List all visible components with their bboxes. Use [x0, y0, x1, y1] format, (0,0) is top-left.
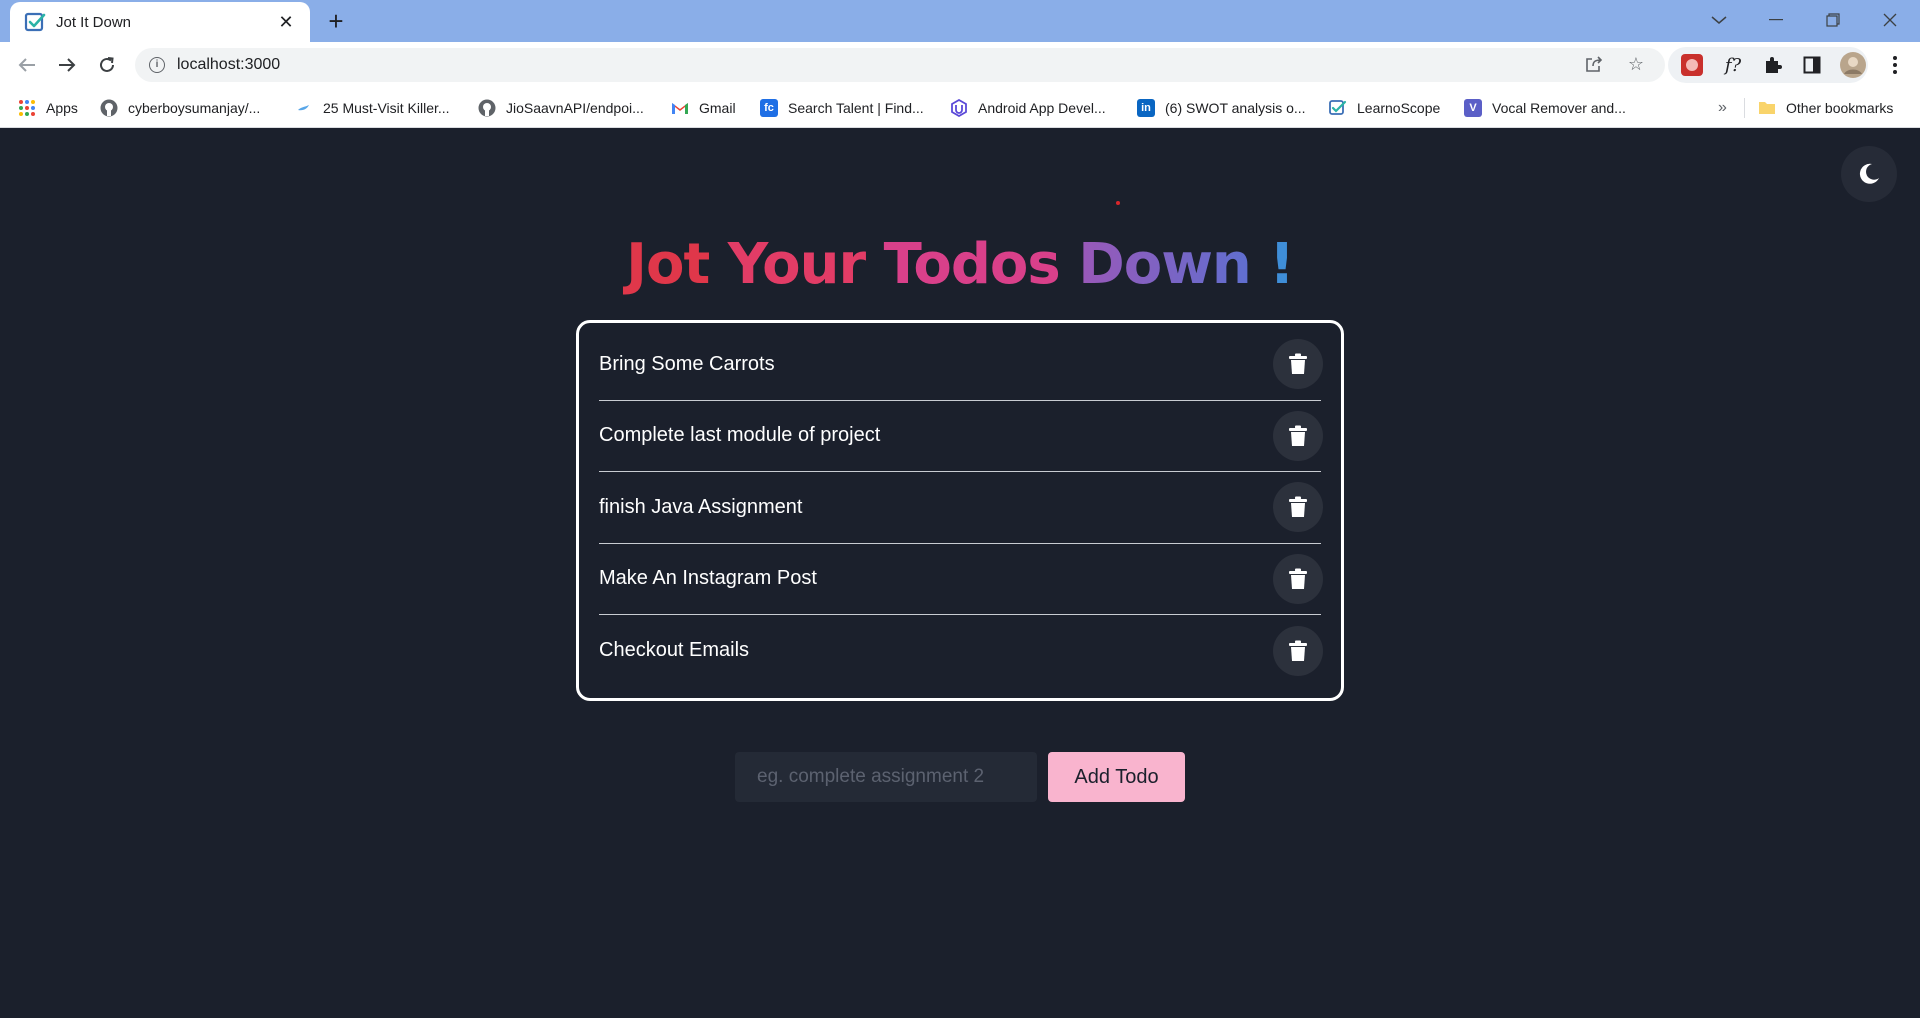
extensions-puzzle-icon[interactable] [1758, 50, 1788, 80]
todo-list: Bring Some Carrots Complete last module … [576, 320, 1344, 701]
heading-word-jot: Jot [626, 232, 710, 297]
heading-word-your: Your [727, 232, 866, 297]
heading-word-todos: Todos [883, 232, 1061, 297]
bookmark-label: LearnoScope [1357, 100, 1441, 116]
trash-icon [1289, 640, 1307, 661]
bookmark-label: Search Talent | Find... [788, 100, 924, 116]
todo-text: Make An Instagram Post [599, 567, 817, 590]
add-todo-button[interactable]: Add Todo [1048, 752, 1185, 802]
bookmark-label: (6) SWOT analysis o... [1165, 100, 1306, 116]
trash-icon [1289, 425, 1307, 446]
url-text: localhost:3000 [177, 56, 281, 73]
browser-tab[interactable]: Jot It Down ✕ [10, 2, 310, 42]
dark-mode-toggle[interactable] [1841, 146, 1897, 202]
browser-toolbar: i localhost:3000 ☆ f? [0, 42, 1920, 88]
bookmark-label: Gmail [699, 100, 736, 116]
new-tab-icon[interactable]: + [322, 7, 350, 35]
close-window-icon[interactable] [1870, 0, 1910, 40]
moon-icon [1859, 163, 1879, 184]
todo-item: Bring Some Carrots [599, 329, 1323, 401]
tab-close-icon[interactable]: ✕ [274, 12, 298, 33]
checkbox-favicon-icon [24, 12, 46, 32]
todo-item: Checkout Emails [599, 615, 1323, 687]
bookmark-killer-sites[interactable]: 25 Must-Visit Killer... [295, 96, 450, 120]
profile-avatar-icon[interactable] [1838, 50, 1868, 80]
browser-tabstrip: Jot It Down ✕ + [0, 0, 1920, 42]
linkedin-icon: in [1137, 99, 1155, 117]
heading-word-down: Down [1078, 232, 1252, 297]
decorative-dot [1116, 201, 1120, 205]
bookmark-label: Android App Devel... [978, 100, 1106, 116]
page-heading: Jot Your Todos Down ! [0, 232, 1920, 297]
bookmark-label: JioSaavnAPI/endpoi... [506, 100, 644, 116]
todo-text: finish Java Assignment [599, 495, 803, 518]
delete-todo-button[interactable] [1273, 553, 1323, 604]
formula-extension-icon[interactable]: f? [1718, 50, 1748, 80]
bookmark-star-icon[interactable]: ☆ [1625, 54, 1647, 76]
restore-icon[interactable] [1813, 0, 1853, 40]
todo-item: Make An Instagram Post [599, 544, 1323, 615]
bookmark-apps[interactable]: Apps [18, 96, 78, 120]
tab-title: Jot It Down [56, 13, 132, 31]
bookmark-android-dev[interactable]: Android App Devel... [950, 96, 1106, 120]
back-arrow-icon[interactable] [12, 50, 42, 80]
bookmarks-bar: Apps cyberboysumanjay/... 25 Must-Visit … [0, 88, 1920, 128]
delete-todo-button[interactable] [1273, 339, 1323, 390]
bookmark-vocal-remover[interactable]: V Vocal Remover and... [1464, 96, 1626, 120]
minimize-icon[interactable] [1756, 0, 1796, 40]
address-bar[interactable]: i localhost:3000 ☆ [135, 48, 1665, 82]
apps-grid-icon [19, 100, 35, 116]
bookmark-linkedin-swot[interactable]: in (6) SWOT analysis o... [1137, 96, 1306, 120]
todo-item: Complete last module of project [599, 401, 1323, 472]
udacity-icon [951, 99, 967, 117]
bookmarks-overflow-button[interactable]: » [1718, 96, 1727, 120]
bookmark-label: Vocal Remover and... [1492, 100, 1626, 116]
bookmark-label: 25 Must-Visit Killer... [323, 100, 450, 116]
chrome-menu-icon[interactable] [1880, 50, 1910, 80]
delete-todo-button[interactable] [1273, 410, 1323, 461]
bookmark-label: cyberboysumanjay/... [128, 100, 261, 116]
folder-icon [1759, 102, 1775, 114]
trash-icon [1289, 496, 1307, 518]
fc-icon: fc [760, 99, 778, 117]
bookmark-jiosaavn[interactable]: JioSaavnAPI/endpoi... [478, 96, 644, 120]
trash-icon [1289, 353, 1307, 375]
heading-exclamation: ! [1269, 232, 1295, 297]
bookmarks-divider [1744, 98, 1745, 118]
delete-todo-button[interactable] [1273, 625, 1323, 676]
bookmark-label: Apps [46, 100, 78, 116]
new-todo-input[interactable] [735, 752, 1037, 802]
gmail-icon [672, 103, 688, 114]
share-icon[interactable] [1583, 54, 1605, 76]
trash-icon [1289, 568, 1307, 589]
bookmark-learnoscope[interactable]: LearnoScope [1329, 96, 1440, 120]
todo-text: Checkout Emails [599, 639, 750, 662]
todo-item: finish Java Assignment [599, 472, 1323, 544]
delete-todo-button[interactable] [1273, 482, 1323, 533]
site-info-icon[interactable]: i [149, 57, 165, 73]
bookmark-search-talent[interactable]: fc Search Talent | Find... [760, 96, 924, 120]
checkbox-icon [1329, 100, 1347, 115]
github-icon [100, 99, 118, 117]
reload-icon[interactable] [92, 50, 122, 80]
side-panel-icon[interactable] [1797, 50, 1827, 80]
other-bookmarks-label: Other bookmarks [1786, 100, 1894, 116]
v-icon: V [1464, 99, 1482, 117]
github-icon [478, 99, 496, 117]
extension-red-icon[interactable] [1677, 50, 1707, 80]
bookmark-github-cyberboy[interactable]: cyberboysumanjay/... [100, 96, 260, 120]
bird-icon [298, 105, 309, 111]
other-bookmarks-folder[interactable]: Other bookmarks [1758, 96, 1893, 120]
forward-arrow-icon[interactable] [52, 50, 82, 80]
todo-text: Complete last module of project [599, 424, 881, 447]
tab-search-chevron-icon[interactable] [1699, 0, 1739, 40]
todo-text: Bring Some Carrots [599, 352, 775, 375]
bookmark-gmail[interactable]: Gmail [671, 96, 736, 120]
